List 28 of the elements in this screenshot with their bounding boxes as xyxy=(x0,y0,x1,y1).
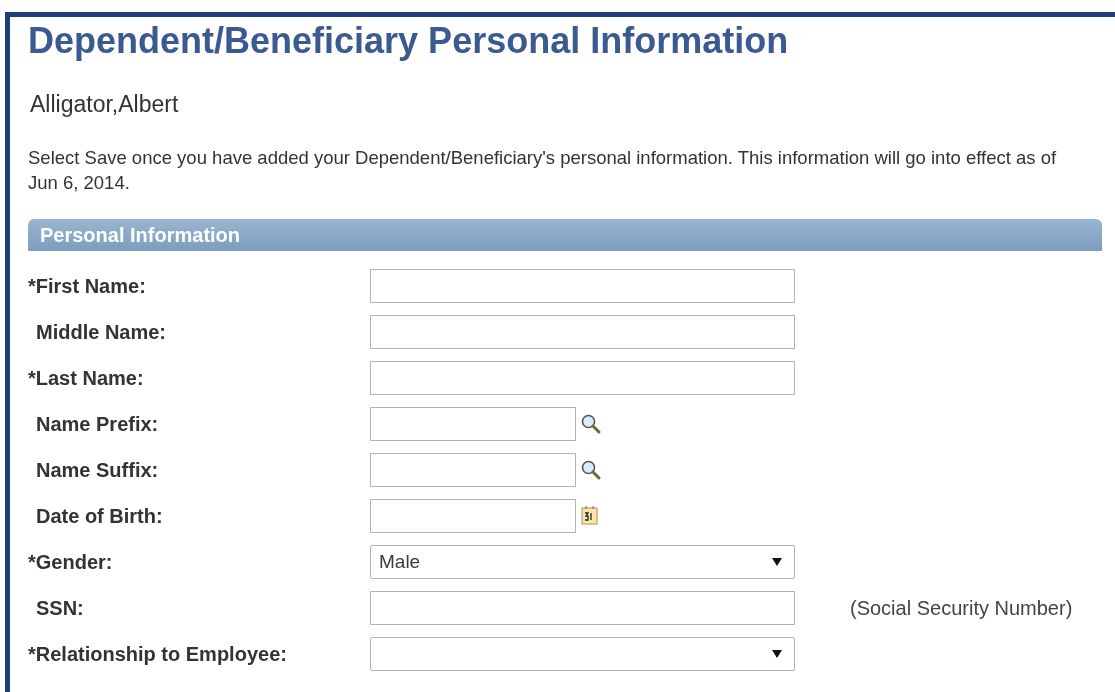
dropdown-arrow-icon xyxy=(772,649,782,659)
field-note: (Social Security Number) xyxy=(850,596,1073,621)
field-label: Name Suffix: xyxy=(35,459,159,481)
employee-name: Alligator,Albert xyxy=(30,90,180,118)
field-label: Date of Birth: xyxy=(35,505,163,527)
text-field[interactable] xyxy=(370,591,795,625)
page-title: Dependent/Beneficiary Personal Information xyxy=(28,19,790,63)
field-label: Middle Name: xyxy=(35,321,167,343)
field-label: *First Name: xyxy=(28,275,146,297)
text-field[interactable] xyxy=(370,315,795,349)
dropdown-arrow-icon xyxy=(772,557,782,567)
calendar-icon[interactable] xyxy=(580,505,600,527)
search-icon[interactable] xyxy=(580,413,602,435)
field-label: Name Prefix: xyxy=(35,413,159,435)
field-label: SSN: xyxy=(35,597,84,619)
text-field[interactable] xyxy=(370,453,576,487)
dropdown[interactable] xyxy=(370,637,795,671)
search-icon[interactable] xyxy=(580,459,602,481)
date-field[interactable] xyxy=(370,499,576,533)
instructions-text: Select Save once you have added your Dependent/Beneficiary's personal information. This information will go into effect as of Jun 6, 2014. xyxy=(28,146,1058,195)
section-header: Personal Information xyxy=(28,219,1102,251)
field-label: *Last Name: xyxy=(28,367,144,389)
text-field[interactable] xyxy=(370,269,795,303)
field-label: *Gender: xyxy=(28,551,113,573)
text-field[interactable] xyxy=(370,407,576,441)
field-label: *Relationship to Employee: xyxy=(28,643,287,665)
dropdown[interactable]: Male xyxy=(370,545,795,579)
text-field[interactable] xyxy=(370,361,795,395)
